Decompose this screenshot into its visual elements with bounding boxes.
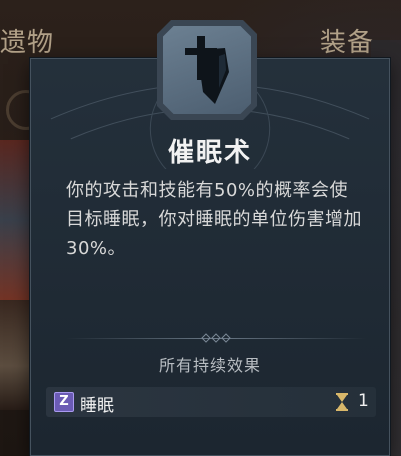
effects-header: 所有持续效果 [158,356,261,375]
sleep-z-icon: Z [54,392,74,412]
divider-ornament-icon [201,333,231,343]
background-character-art-lower [0,300,34,410]
effect-name: 睡眠 [80,396,114,416]
skill-title: 催眠术 [167,138,252,168]
effect-duration: 1 [358,391,369,411]
equipment-tab[interactable]: 装备 [320,22,374,59]
effect-row-sleep[interactable]: Z 睡眠 1 [46,387,376,417]
shield-dagger-icon [163,26,251,114]
relics-tab[interactable]: 遗物 [0,22,54,59]
background-character-art [0,140,34,300]
skill-icon-frame [157,20,257,120]
hourglass-icon [336,393,348,411]
skill-description: 你的攻击和技能有50%的概率会使目标睡眠，你对睡眠的单位伤害增加30%。 [66,180,362,259]
